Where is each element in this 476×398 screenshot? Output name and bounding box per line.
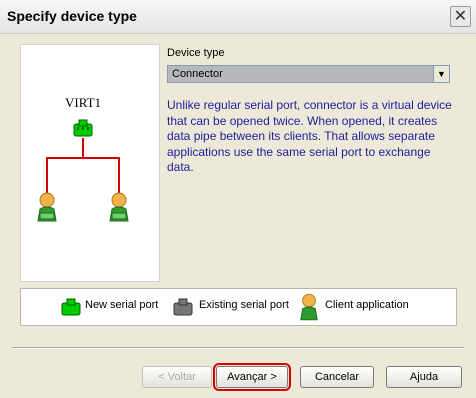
close-button[interactable]: ✕ [450, 6, 471, 27]
connector-line [118, 157, 120, 193]
device-type-select[interactable]: Connector ▼ [167, 65, 450, 83]
new-serial-port-icon [61, 298, 81, 316]
close-icon: ✕ [453, 8, 468, 25]
client-application-icon [37, 192, 57, 222]
device-type-label: Device type [167, 47, 225, 59]
title-bar[interactable]: Specify device type ✕ [0, 0, 476, 34]
cancel-button[interactable]: Cancelar [300, 366, 374, 388]
back-button[interactable]: < Voltar [142, 366, 212, 388]
existing-serial-port-icon [173, 298, 193, 316]
new-serial-port-icon [73, 119, 93, 137]
dialog-body: VIRT1 Device type Connector ▼ Unlike reg… [0, 34, 476, 398]
dropdown-arrow-icon[interactable]: ▼ [433, 66, 449, 82]
dialog-title: Specify device type [7, 8, 137, 24]
legend-new-serial-port: New serial port [85, 299, 159, 311]
legend-panel: New serial port Existing serial port Cli… [20, 288, 457, 326]
connector-line [46, 157, 48, 193]
connector-diagram: VIRT1 [20, 44, 160, 282]
dialog-window: Specify device type ✕ VIRT1 Device type … [0, 0, 476, 398]
device-description: Unlike regular serial port, connector is… [167, 98, 452, 174]
client-application-icon [109, 192, 129, 222]
connector-line [82, 138, 84, 158]
client-application-icon [300, 293, 318, 321]
device-label: VIRT1 [65, 95, 102, 110]
legend-client-application: Client application [325, 299, 409, 311]
button-separator [12, 347, 464, 349]
legend-existing-serial-port: Existing serial port [199, 299, 289, 311]
next-button[interactable]: Avançar > [213, 363, 291, 391]
help-button[interactable]: Ajuda [386, 366, 462, 388]
device-type-value: Connector [172, 68, 223, 80]
connector-line [46, 157, 120, 159]
